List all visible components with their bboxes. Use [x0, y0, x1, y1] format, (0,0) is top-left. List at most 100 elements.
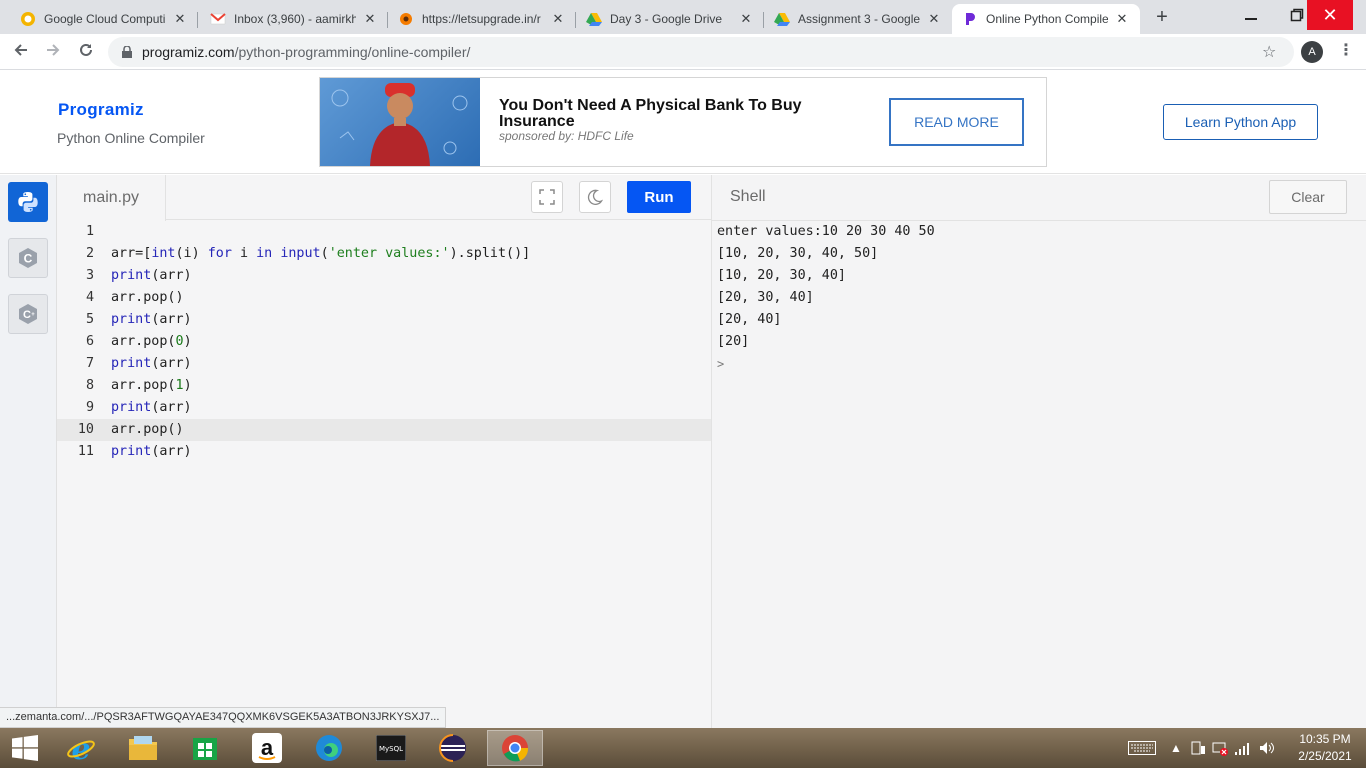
show-hidden-icons-icon[interactable]: ▲ — [1170, 741, 1182, 755]
tab-title: Assignment 3 - Google — [798, 12, 920, 26]
read-more-button[interactable]: READ MORE — [889, 98, 1024, 146]
fullscreen-icon — [539, 189, 555, 205]
new-tab-button[interactable]: + — [1150, 6, 1174, 30]
cpp-language-button[interactable]: C + — [8, 294, 48, 334]
chrome-taskbar-button[interactable] — [487, 730, 543, 766]
output-line: [10, 20, 30, 40, 50] — [717, 246, 879, 261]
output-line: enter values:10 20 30 40 50 — [717, 224, 935, 239]
code-line-active: 10 arr.pop() — [57, 419, 711, 441]
mysql-taskbar-button[interactable]: MySQL — [363, 730, 419, 766]
internet-explorer-taskbar-button[interactable]: e — [53, 730, 109, 766]
browser-tab[interactable]: Inbox (3,960) - aamirkh ✕ — [200, 4, 388, 34]
windows-logo-icon — [12, 735, 38, 761]
clear-button[interactable]: Clear — [1269, 180, 1347, 214]
code-line: 3 print(arr) — [57, 265, 711, 287]
python-language-button[interactable] — [8, 182, 48, 222]
minimize-button[interactable] — [1228, 0, 1274, 30]
browser-tab-active[interactable]: Online Python Compile ✕ — [952, 4, 1140, 34]
code-editor-pane: main.py Run 1 2 arr=[int(i) for i in inpu… — [57, 175, 711, 728]
svg-text:+: + — [31, 312, 35, 318]
store-taskbar-button[interactable] — [177, 730, 233, 766]
code-line: 8 arr.pop(1) — [57, 375, 711, 397]
profile-avatar[interactable]: A — [1301, 41, 1323, 63]
windows-taskbar: e a MySQL ▲ 10:35 PM 2/25/2021 — [0, 728, 1366, 768]
eclipse-taskbar-button[interactable] — [425, 730, 481, 766]
c-language-button[interactable]: C — [8, 238, 48, 278]
keyboard-icon[interactable] — [1128, 740, 1156, 756]
amazon-icon: a — [252, 733, 282, 763]
gmail-favicon — [210, 13, 226, 25]
browser-tab-strip: Google Cloud Computi ✕ Inbox (3,960) - a… — [0, 0, 1366, 34]
shell-header: Shell Clear — [712, 175, 1366, 221]
url-path: /python-programming/online-compiler/ — [234, 44, 471, 60]
ad-sponsor: sponsored by: HDFC Life — [499, 129, 634, 143]
browser-menu-icon[interactable]: ⋮ — [1338, 40, 1354, 60]
advertisement-banner[interactable]: You Don't Need A Physical Bank To Buy In… — [319, 77, 1047, 167]
google-drive-favicon — [774, 13, 790, 26]
google-cloud-favicon — [21, 12, 35, 26]
editor-toolbar: main.py Run — [57, 175, 711, 221]
device-icon[interactable] — [1190, 740, 1206, 756]
shell-prompt[interactable]: > — [717, 353, 935, 375]
signal-strength-icon[interactable] — [1234, 740, 1252, 756]
output-line: [20] — [717, 334, 750, 349]
browser-tab[interactable]: Day 3 - Google Drive ✕ — [576, 4, 764, 34]
start-button[interactable] — [0, 730, 50, 766]
code-line: 5 print(arr) — [57, 309, 711, 331]
amazon-taskbar-button[interactable]: a — [239, 730, 295, 766]
code-text: arr.pop() — [111, 290, 184, 305]
close-window-button[interactable]: ✕ — [1307, 0, 1353, 30]
clock-time: 10:35 PM — [1299, 732, 1351, 746]
close-tab-icon[interactable]: ✕ — [738, 11, 754, 27]
code-line: 4 arr.pop() — [57, 287, 711, 309]
folder-icon — [129, 736, 157, 760]
code-line: 6 arr.pop(0) — [57, 331, 711, 353]
close-tab-icon[interactable]: ✕ — [550, 11, 566, 27]
minimize-icon — [1245, 18, 1257, 20]
chrome-icon — [502, 735, 529, 762]
ad-image — [320, 78, 480, 166]
shell-output[interactable]: enter values:10 20 30 40 50 [10, 20, 30,… — [717, 221, 935, 375]
moon-icon — [587, 189, 603, 205]
browser-tab[interactable]: Assignment 3 - Google ✕ — [764, 4, 952, 34]
close-tab-icon[interactable]: ✕ — [1114, 11, 1130, 27]
code-text: print(arr) — [111, 312, 192, 327]
code-text: arr.pop() — [111, 422, 184, 437]
tab-title: Google Cloud Computi — [44, 12, 166, 26]
system-tray: ▲ — [1128, 728, 1276, 768]
dark-mode-button[interactable] — [579, 181, 611, 213]
fullscreen-button[interactable] — [531, 181, 563, 213]
run-button[interactable]: Run — [627, 181, 691, 213]
close-tab-icon[interactable]: ✕ — [926, 11, 942, 27]
browser-tab[interactable]: Google Cloud Computi ✕ — [10, 4, 198, 34]
code-line: 1 — [85, 224, 94, 239]
file-tab-main-py[interactable]: main.py — [57, 175, 166, 221]
forward-button[interactable] — [41, 40, 65, 64]
svg-text:MySQL: MySQL — [379, 745, 403, 753]
programiz-logo[interactable]: Programiz — [58, 100, 144, 120]
code-text: print(arr) — [111, 444, 192, 459]
network-error-icon[interactable] — [1212, 740, 1228, 756]
status-link-preview: ...zemanta.com/.../PQSR3AFTWGQAYAE347QQX… — [0, 707, 447, 728]
code-text: print(arr) — [111, 356, 192, 371]
mysql-terminal-icon: MySQL — [376, 735, 406, 761]
close-tab-icon[interactable]: ✕ — [362, 11, 378, 27]
eclipse-icon — [439, 734, 466, 762]
edge-taskbar-button[interactable] — [301, 730, 357, 766]
code-text: print(arr) — [111, 400, 192, 415]
file-explorer-taskbar-button[interactable] — [115, 730, 171, 766]
bookmark-star-icon[interactable]: ☆ — [1262, 42, 1276, 62]
volume-icon[interactable] — [1258, 740, 1276, 756]
back-button[interactable] — [9, 40, 33, 64]
close-tab-icon[interactable]: ✕ — [172, 11, 188, 27]
google-drive-favicon — [586, 13, 602, 26]
address-bar[interactable]: programiz.com/python-programming/online-… — [108, 37, 1294, 67]
browser-tab[interactable]: https://letsupgrade.in/r ✕ — [388, 4, 576, 34]
reload-button[interactable] — [74, 40, 98, 64]
code-line: 11 print(arr) — [57, 441, 711, 463]
back-arrow-icon — [14, 44, 27, 56]
ad-headline: You Don't Need A Physical Bank To Buy In… — [499, 97, 802, 130]
code-area[interactable]: 1 2 arr=[int(i) for i in input('enter val… — [57, 221, 711, 463]
taskbar-clock[interactable]: 10:35 PM 2/25/2021 — [1290, 731, 1360, 765]
learn-python-app-button[interactable]: Learn Python App — [1163, 104, 1318, 140]
